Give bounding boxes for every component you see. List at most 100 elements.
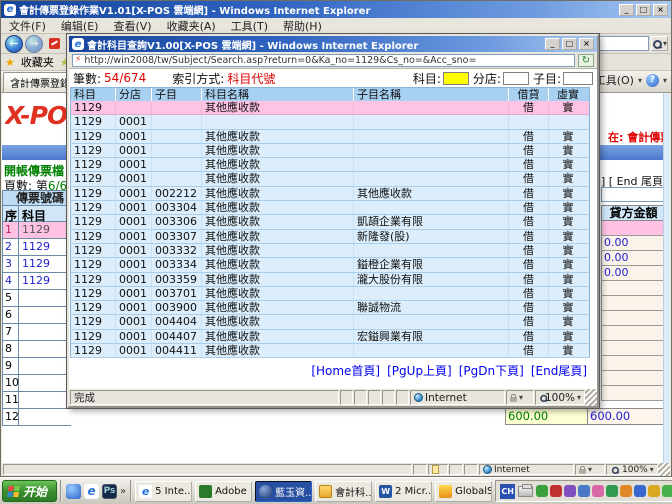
menu-item-文[interactable]: 文件(F) (9, 18, 46, 34)
credit-cell[interactable] (601, 296, 666, 311)
voucher-row[interactable]: 10 (3, 375, 71, 392)
messenger-icon[interactable] (66, 484, 81, 499)
help-icon[interactable]: ? (646, 74, 659, 87)
voucher-row[interactable]: 11129 (3, 222, 71, 239)
voucher-no-input[interactable] (601, 187, 665, 202)
minimize-button[interactable]: _ (619, 4, 634, 16)
menu-item-查[interactable]: 查看(V) (113, 18, 151, 34)
search-input[interactable] (593, 36, 649, 51)
back-button[interactable]: ← (5, 35, 23, 53)
credit-cell[interactable] (601, 281, 666, 296)
popup-url-field[interactable]: ⚡ http://win2008/tw/Subject/Search.asp?r… (72, 54, 575, 67)
subject-row[interactable]: 11290001004407其他應收款宏鎰興業有限借實 (70, 330, 590, 344)
favorites-star-icon[interactable]: ★ (5, 56, 15, 69)
menu-item-编[interactable]: 编辑(E) (61, 18, 99, 34)
menu-item-帮[interactable]: 帮助(H) (283, 18, 322, 34)
popup-protected-segment[interactable]: ▾ (506, 390, 534, 405)
photoshop-icon[interactable]: Ps (102, 484, 117, 499)
subject-row[interactable]: 11290001003334其他應收款鎰橙企業有限借實 (70, 258, 590, 272)
subject-row[interactable]: 11290001003701其他應收款借實 (70, 287, 590, 301)
main-title-bar[interactable]: e 會計傳票登錄作業V1.01[X-POS 雲端網] - Windows Int… (1, 1, 671, 18)
menu-item-工[interactable]: 工具(T) (231, 18, 268, 34)
zoom-segment[interactable]: 100%▾ (606, 464, 658, 475)
credit-cell[interactable]: 0.00 (601, 236, 666, 251)
credit-cell[interactable] (601, 371, 666, 386)
favorites-label[interactable]: 收藏夹 (21, 54, 54, 70)
credit-cell[interactable] (601, 221, 666, 236)
document-icon[interactable] (578, 485, 590, 497)
subject-row[interactable]: 11290001004411其他應收款借實 (70, 344, 590, 358)
menu-item-收[interactable]: 收藏夹(A) (167, 18, 216, 34)
tab-accounting-voucher[interactable]: 會計傳票登錄... (3, 72, 69, 92)
maximize-button[interactable]: □ (636, 4, 651, 16)
refresh-button[interactable]: ↻ (578, 54, 594, 67)
taskbar-button[interactable]: e5 Inte...▾ (135, 481, 192, 502)
search-button[interactable]: ▾ (651, 36, 668, 51)
taskbar-button[interactable]: Adobe B... (195, 481, 252, 502)
pagination-link[interactable]: [End尾頁] (531, 362, 587, 379)
resize-grip[interactable] (658, 463, 670, 476)
subject-row[interactable]: 1129其他應收款借實 (70, 101, 590, 115)
shield-green-icon[interactable] (606, 485, 618, 497)
subject-row[interactable]: 11290001003359其他應收款瀧大股份有限借實 (70, 273, 590, 287)
pagination-link[interactable]: [PgUp上頁] (387, 362, 452, 379)
security-shield-icon[interactable] (648, 485, 660, 497)
quick-launch-overflow-chevron[interactable]: » (120, 486, 126, 497)
tools-menu[interactable]: 工具(O) (595, 72, 634, 88)
subject-row[interactable]: 11290001其他應收款借實 (70, 158, 590, 172)
subject-row[interactable]: 11290001002212其他應收款其他應收款借實 (70, 187, 590, 201)
voucher-row[interactable]: 8 (3, 341, 71, 358)
subject-row[interactable]: 11290001003306其他應收款凱頡企業有限借實 (70, 215, 590, 229)
subject-row[interactable]: 11290001003332其他應收款借實 (70, 244, 590, 258)
voucher-row[interactable]: 7 (3, 324, 71, 341)
start-button[interactable]: 开始 (2, 480, 57, 502)
antivirus-icon[interactable] (536, 485, 548, 497)
voucher-row[interactable]: 41129 (3, 273, 71, 290)
popup-title-bar[interactable]: e 會計科目查詢V1.00[X-POS 雲端網] - Windows Inter… (69, 36, 597, 52)
subject-row[interactable]: 11290001003304其他應收款借實 (70, 201, 590, 215)
protected-mode-segment[interactable]: ▾ (575, 464, 605, 475)
voucher-row[interactable]: 5 (3, 290, 71, 307)
update-icon[interactable] (662, 485, 672, 497)
popup-zoom-segment[interactable]: 100%▾ (535, 390, 585, 405)
subject-row[interactable]: 11290001 (70, 115, 590, 129)
qq-icon[interactable] (550, 485, 562, 497)
close-button[interactable]: × (653, 4, 668, 16)
credit-cell[interactable]: 0.00 (601, 266, 666, 281)
credit-cell[interactable] (601, 386, 666, 401)
contact-icon[interactable] (592, 485, 604, 497)
app-orange-icon[interactable] (620, 485, 632, 497)
voucher-row[interactable]: 9 (3, 358, 71, 375)
popup-minimize-button[interactable]: _ (545, 38, 560, 50)
subject-row[interactable]: 11290001其他應收款借實 (70, 130, 590, 144)
subject-filter-input[interactable] (443, 72, 469, 85)
credit-cell[interactable] (601, 311, 666, 326)
subject-row[interactable]: 11290001003307其他應收款新隆發(股)借實 (70, 230, 590, 244)
voucher-row[interactable]: 6 (3, 307, 71, 324)
messenger-tray-icon[interactable] (564, 485, 576, 497)
taskbar-button[interactable]: 藍玉資... (255, 481, 312, 502)
printer-icon[interactable] (518, 486, 533, 497)
voucher-row[interactable]: 12 (3, 409, 71, 426)
branch-filter-input[interactable] (503, 72, 529, 85)
credit-cell[interactable]: 0.00 (601, 251, 666, 266)
network-icon[interactable] (634, 485, 646, 497)
ie-icon[interactable]: e (84, 484, 99, 499)
pagination-link[interactable]: [Home首頁] (311, 362, 380, 379)
voucher-row[interactable]: 11 (3, 392, 71, 409)
credit-cell[interactable] (601, 326, 666, 341)
forward-button[interactable]: → (25, 35, 43, 53)
subitem-filter-input[interactable] (563, 72, 593, 85)
credit-cell[interactable] (601, 356, 666, 371)
taskbar-button[interactable]: GlobalS... (435, 481, 492, 502)
subject-row[interactable]: 11290001其他應收款借實 (70, 172, 590, 186)
language-indicator[interactable]: CH (500, 484, 515, 499)
subject-row[interactable]: 11290001004404其他應收款借實 (70, 315, 590, 329)
voucher-row[interactable]: 21129 (3, 239, 71, 256)
subject-row[interactable]: 11290001其他應收款借實 (70, 144, 590, 158)
popup-maximize-button[interactable]: □ (562, 38, 577, 50)
taskbar-button[interactable]: W2 Micr...▾ (375, 481, 432, 502)
popup-close-button[interactable]: × (579, 38, 594, 50)
credit-cell[interactable] (601, 341, 666, 356)
pagination-link[interactable]: [PgDn下頁] (459, 362, 524, 379)
